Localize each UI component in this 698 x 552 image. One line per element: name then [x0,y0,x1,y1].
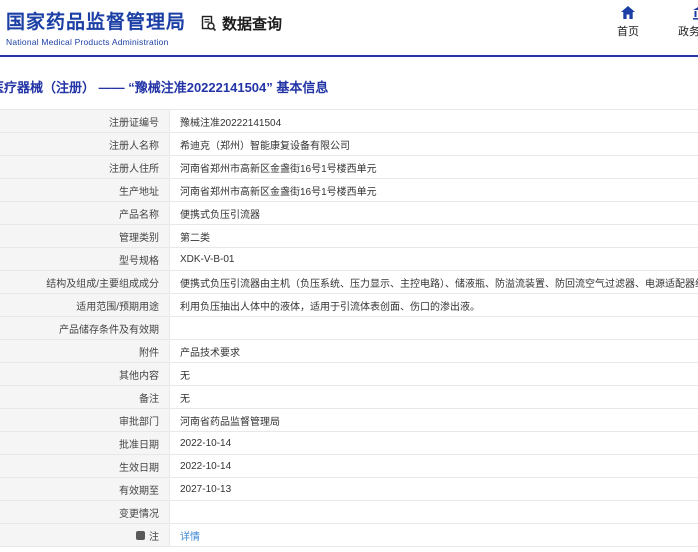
row-value: 希迪克（郑州）智能康复设备有限公司 [180,140,350,152]
row-label: 备注 [0,386,170,408]
info-table: 注册证编号 豫械注准20222141504 注册人名称 希迪克（郑州）智能康复设备有限… [0,109,698,547]
table-row: 变更情况 [0,501,698,524]
row-value: XDK-V-B-01 [180,253,235,265]
row-label: 生产地址 [0,179,170,201]
row-label: 适用范围/预期用途 [0,294,170,316]
row-value: 河南省郑州市高新区金盏街16号1号楼西单元 [180,163,377,175]
table-row: 注详情 [0,524,698,547]
row-label: 结构及组成/主要组成成分 [0,271,170,293]
table-row: 注册人名称 希迪克（郑州）智能康复设备有限公司 [0,133,698,156]
row-value: 便携式负压引流器 [180,209,260,221]
nav-home[interactable]: 首页 [604,5,652,39]
note-icon [136,530,145,540]
row-label: 变更情况 [0,501,170,523]
table-row: 型号规格 XDK-V-B-01 [0,248,698,271]
row-label: 管理类别 [0,225,170,247]
table-row: 有效期至 2027-10-13 [0,478,698,501]
nav-services[interactable]: 政务服务 [676,5,698,39]
row-value: 2027-10-13 [180,483,232,495]
page: 国家药品监督管理局 National Medical Products Admi… [0,0,698,552]
brand-title: 国家药品监督管理局 [6,12,187,33]
home-icon [620,5,636,20]
row-label: 产品储存条件及有效期 [0,317,170,339]
gov-services-icon [692,5,698,20]
row-label: 注册人住所 [0,156,170,178]
row-value: 便携式负压引流器由主机（负压系统、压力显示、主控电路）、储液瓶、防溢流装置、防回… [180,278,698,290]
table-row: 批准日期 2022-10-14 [0,432,698,455]
table-row: 审批部门 河南省药品监督管理局 [0,409,698,432]
table-row: 注册证编号 豫械注准20222141504 [0,110,698,133]
row-value: 河南省药品监督管理局 [180,416,280,428]
row-label: 其他内容 [0,363,170,385]
row-value: 2022-10-14 [180,460,232,472]
site-header: 国家药品监督管理局 National Medical Products Admi… [0,0,698,55]
row-value: 无 [180,370,190,382]
table-row: 其他内容无 [0,363,698,386]
page-title: 医疗器械（注册） —— “豫械注准20222141504” 基本信息 [0,80,329,95]
row-value: 河南省郑州市高新区金盏街16号1号楼西单元 [180,186,377,198]
row-value: 利用负压抽出人体中的液体，适用于引流体表创面、伤口的渗出液。 [180,301,480,313]
row-value: 第二类 [180,232,210,244]
row-value [170,501,698,523]
row-label: 注册人名称 [0,133,170,155]
header-right-nav: 首页 政务服务 [604,5,698,39]
detail-link[interactable]: 详情 [180,528,200,543]
row-label: 注 [0,524,170,546]
nav-services-label: 政务服务 [678,26,698,38]
row-label: 批准日期 [0,432,170,454]
data-query-icon [200,15,217,32]
row-value: 详情 [170,524,698,546]
brand-subtitle: National Medical Products Administration [6,37,169,47]
row-value: 产品技术要求 [180,347,240,359]
row-label: 生效日期 [0,455,170,477]
row-label: 附件 [0,340,170,362]
table-row: 生效日期 2022-10-14 [0,455,698,478]
nav-home-label: 首页 [617,26,639,38]
row-label: 型号规格 [0,248,170,270]
nav-data-query[interactable]: 数据查询 [200,13,282,34]
nav-query-label: 数据查询 [222,16,283,33]
row-value: 2022-10-14 [180,437,232,449]
table-row: 产品名称 便携式负压引流器 [0,202,698,225]
header-divider [0,55,698,57]
table-row: 适用范围/预期用途 利用负压抽出人体中的液体，适用于引流体表创面、伤口的渗出液。 [0,294,698,317]
row-value: 无 [180,393,190,405]
row-label: 审批部门 [0,409,170,431]
brand: 国家药品监督管理局 National Medical Products Admi… [6,7,186,47]
row-label: 有效期至 [0,478,170,500]
row-value: 豫械注准20222141504 [180,117,282,129]
table-row: 结构及组成/主要组成成分 便携式负压引流器由主机（负压系统、压力显示、主控电路）、… [0,271,698,294]
row-label: 产品名称 [0,202,170,224]
table-row: 注册人住所 河南省郑州市高新区金盏街16号1号楼西单元 [0,156,698,179]
table-row: 备注无 [0,386,698,409]
row-label: 注册证编号 [0,110,170,132]
table-row: 管理类别 第二类 [0,225,698,248]
title-bar: 医疗器械（注册） —— “豫械注准20222141504” 基本信息 [0,77,698,96]
table-row: 附件 产品技术要求 [0,340,698,363]
row-value [170,317,698,339]
table-row: 产品储存条件及有效期 [0,317,698,340]
table-row: 生产地址 河南省郑州市高新区金盏街16号1号楼西单元 [0,179,698,202]
